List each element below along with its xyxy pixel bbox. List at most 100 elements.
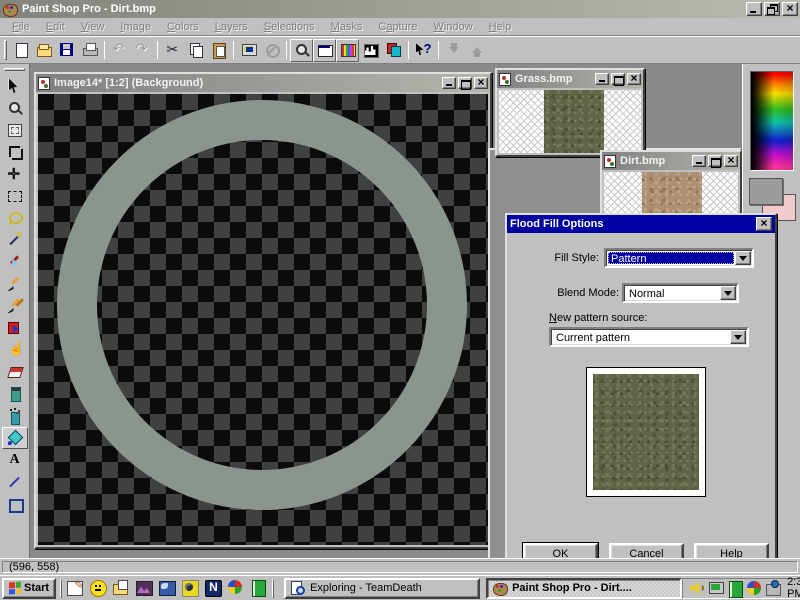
save-button[interactable]	[55, 39, 78, 62]
blend-mode-combobox[interactable]: Normal	[622, 283, 739, 303]
image-maximize-button[interactable]	[458, 77, 472, 89]
tool-magnifier[interactable]	[2, 97, 28, 119]
toolbar-grip[interactable]	[4, 40, 7, 60]
grass-close-button[interactable]	[627, 73, 641, 85]
menu-item-colors[interactable]: Colors	[159, 20, 207, 34]
deformation-icon	[7, 122, 23, 138]
tool-freehand-lasso[interactable]	[2, 207, 28, 229]
menu-item-help[interactable]: Help	[481, 20, 520, 34]
menu-item-capture[interactable]: Capture	[370, 20, 425, 34]
tool-color-replacer[interactable]	[2, 317, 28, 339]
image-window-title: Image14* [1:2] (Background)	[54, 77, 440, 89]
grass-window-titlebar[interactable]: Grass.bmp	[497, 70, 643, 88]
toolbar-separator	[408, 41, 409, 59]
color-palette-toggle-button[interactable]	[336, 39, 359, 62]
tool-airbrush[interactable]	[2, 405, 28, 427]
layer-palette-button[interactable]	[382, 39, 405, 62]
menu-item-image[interactable]: Image	[112, 20, 159, 34]
tool-crop[interactable]	[2, 141, 28, 163]
tool-clone-brush[interactable]	[2, 295, 28, 317]
green-book-icon[interactable]	[250, 579, 268, 597]
blend-mode-dropdown-arrow[interactable]	[720, 286, 736, 300]
tool-selection[interactable]	[2, 185, 28, 207]
crop-icon	[7, 144, 23, 160]
shortcut-pad-icon[interactable]	[66, 579, 84, 597]
context-help-button[interactable]	[412, 39, 435, 62]
fill-style-dropdown-arrow[interactable]	[735, 251, 751, 265]
netscape-icon[interactable]	[204, 579, 222, 597]
tool-palette-grip[interactable]	[4, 68, 25, 71]
tool-paintbrush[interactable]	[2, 273, 28, 295]
image-canvas[interactable]	[38, 94, 488, 545]
scheduler-tray-icon[interactable]	[765, 580, 781, 596]
tool-mover[interactable]	[2, 163, 28, 185]
copy-button[interactable]	[184, 39, 207, 62]
image-minimize-button[interactable]	[442, 77, 456, 89]
screen-capture-button[interactable]	[237, 39, 260, 62]
dirt-maximize-button[interactable]	[708, 155, 722, 167]
histogram-window-button[interactable]	[359, 39, 382, 62]
color-picker-gradient[interactable]	[750, 71, 794, 171]
task-psp[interactable]: Paint Shop Pro - Dirt....	[486, 578, 682, 599]
tool-picture-tube[interactable]	[2, 383, 28, 405]
foreground-color-swatch[interactable]	[749, 178, 783, 205]
menu-item-view[interactable]: View	[73, 20, 113, 34]
tool-deformation[interactable]	[2, 119, 28, 141]
restore-button[interactable]	[764, 2, 780, 16]
tool-arrow-cursor[interactable]	[2, 75, 28, 97]
dirt-close-button[interactable]	[724, 155, 738, 167]
pattern-source-combobox[interactable]: Current pattern	[549, 327, 749, 347]
volume-tray-icon[interactable]	[689, 580, 705, 596]
menu-item-file[interactable]: File	[4, 20, 38, 34]
grass-canvas[interactable]	[499, 90, 641, 153]
grass-minimize-button[interactable]	[595, 73, 609, 85]
menu-item-window[interactable]: Window	[426, 20, 481, 34]
image-close-button[interactable]	[474, 77, 488, 89]
start-button[interactable]: Start	[2, 578, 56, 599]
tool-line[interactable]	[2, 471, 28, 493]
green-book-tray-icon[interactable]	[727, 580, 743, 596]
app-icon	[2, 1, 18, 17]
tool-flood-fill[interactable]	[2, 427, 28, 449]
pinwheel-tray-icon[interactable]	[746, 580, 762, 596]
print-button[interactable]	[78, 39, 101, 62]
display-tray-icon[interactable]	[708, 580, 724, 596]
paste-button[interactable]	[207, 39, 230, 62]
tool-eyedropper[interactable]	[2, 251, 28, 273]
pattern-source-dropdown-arrow[interactable]	[730, 330, 746, 344]
pinwheel-icon[interactable]	[227, 579, 245, 597]
dialog-titlebar[interactable]: Flood Fill Options	[507, 215, 775, 233]
dialog-close-button[interactable]	[756, 217, 772, 231]
toolbars-toggle-button[interactable]	[313, 39, 336, 62]
image-viewer-icon[interactable]	[135, 579, 153, 597]
tool-text[interactable]	[2, 449, 28, 471]
zoom-preset-button[interactable]	[290, 39, 313, 62]
smiley-icon[interactable]	[89, 579, 107, 597]
menu-item-edit[interactable]: Edit	[38, 20, 73, 34]
dirt-minimize-button[interactable]	[692, 155, 706, 167]
cd-player-icon[interactable]	[181, 579, 199, 597]
menu-item-layers[interactable]: Layers	[207, 20, 256, 34]
open-button[interactable]	[32, 39, 55, 62]
task-explorer[interactable]: Exploring - TeamDeath	[284, 578, 480, 599]
cut-button[interactable]	[161, 39, 184, 62]
dirt-window-titlebar[interactable]: Dirt.bmp	[602, 152, 740, 170]
grass-window: Grass.bmp	[495, 68, 645, 157]
close-button[interactable]	[782, 2, 798, 16]
magnifier-icon	[294, 42, 310, 58]
fill-style-combobox[interactable]: Pattern	[604, 248, 754, 268]
grass-maximize-button[interactable]	[611, 73, 625, 85]
image-window-titlebar[interactable]: Image14* [1:2] (Background)	[36, 74, 490, 92]
grass-window-title: Grass.bmp	[515, 73, 593, 85]
photo-app-icon[interactable]	[158, 579, 176, 597]
tool-retouch-hand[interactable]	[2, 339, 28, 361]
tool-rectangle-shape[interactable]	[2, 493, 28, 515]
cursor-coordinates: (596, 558)	[2, 561, 798, 573]
menu-item-masks[interactable]: Masks	[323, 20, 371, 34]
tool-magic-wand[interactable]	[2, 229, 28, 251]
menu-item-selections[interactable]: Selections	[256, 20, 323, 34]
minimize-button[interactable]	[746, 2, 762, 16]
folder-doc-icon[interactable]	[112, 579, 130, 597]
new-button[interactable]	[9, 39, 32, 62]
tool-eraser[interactable]	[2, 361, 28, 383]
